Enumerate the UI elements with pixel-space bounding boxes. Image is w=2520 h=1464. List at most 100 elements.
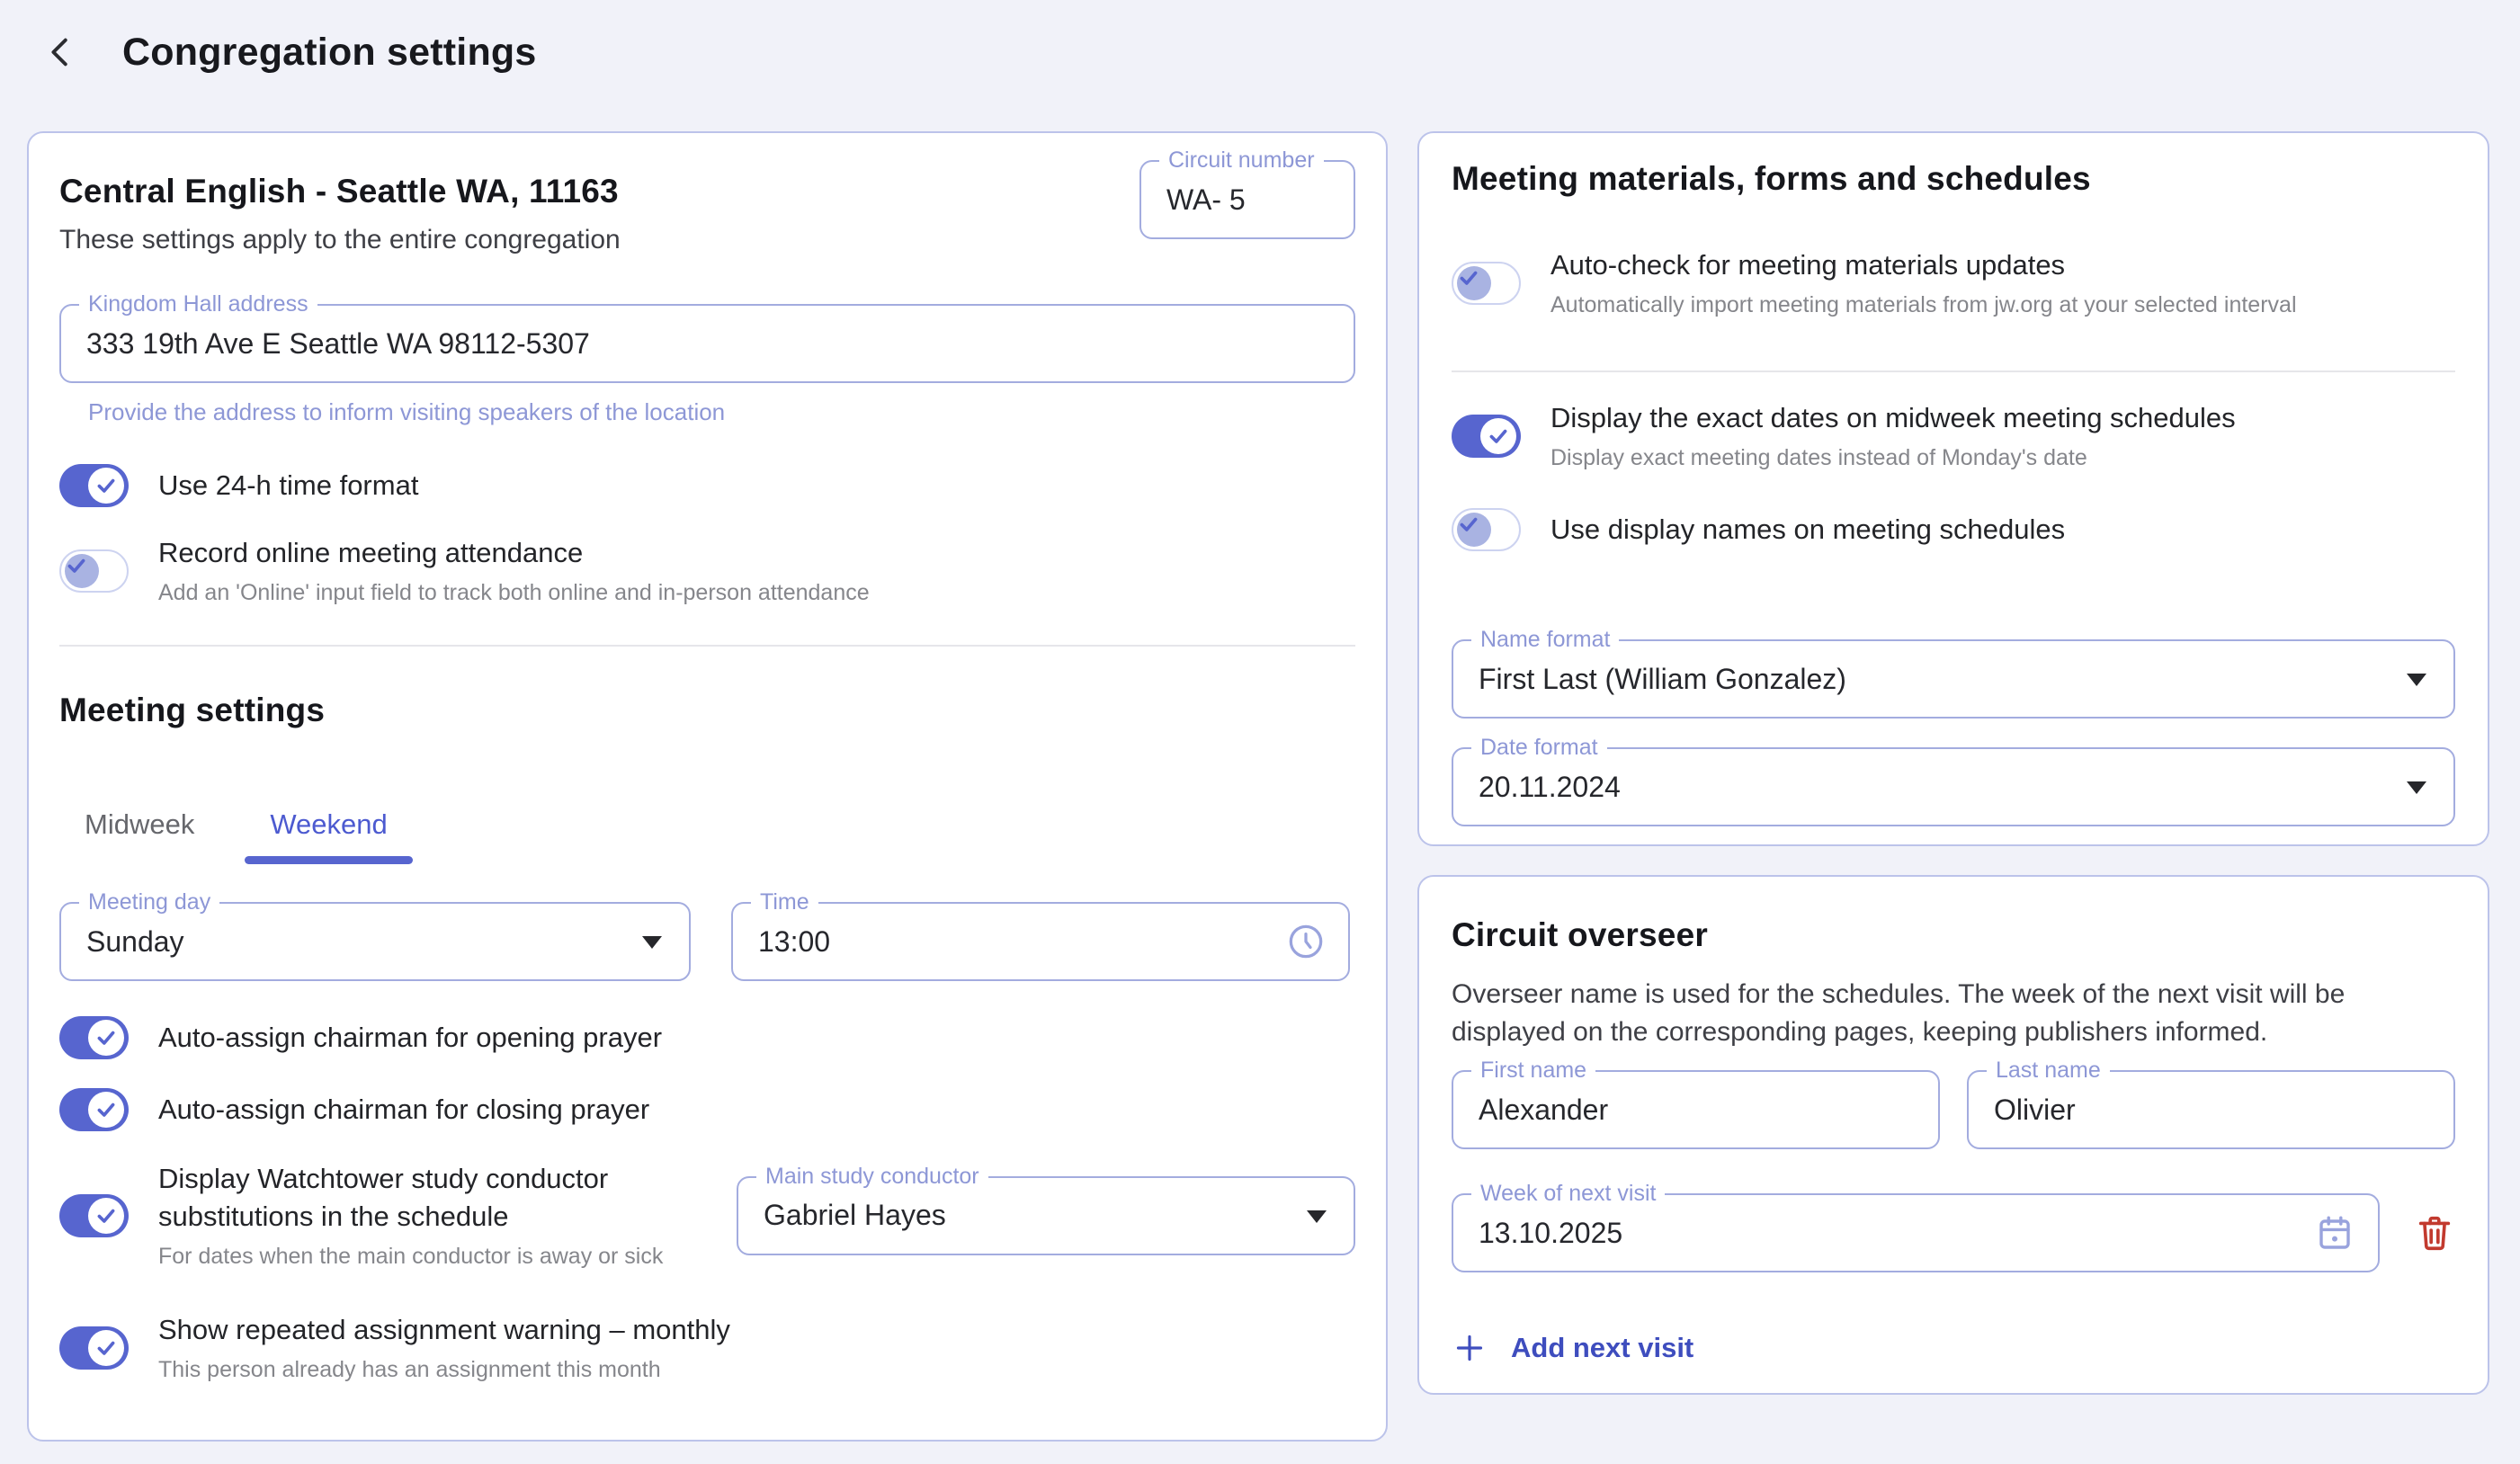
- check-icon: [94, 1204, 118, 1227]
- materials-heading: Meeting materials, forms and schedules: [1452, 160, 2455, 198]
- chevron-left-icon: [40, 31, 82, 73]
- main-study-conductor-select[interactable]: Main study conductor Gabriel Hayes: [737, 1176, 1355, 1255]
- toggle-helper: Automatically import meeting materials f…: [1550, 290, 2297, 319]
- toggle-text: Auto-check for meeting materials updates…: [1550, 246, 2297, 319]
- tab-midweek[interactable]: Midweek: [59, 808, 219, 864]
- first-name-value: Alexander: [1479, 1094, 1608, 1127]
- week-of-next-visit-field[interactable]: Week of next visit 13.10.2025: [1452, 1193, 2380, 1272]
- toggle-thumb: [1480, 418, 1516, 454]
- toggle-label: Display Watchtower study conductor subst…: [158, 1160, 696, 1236]
- check-icon: [1457, 266, 1491, 290]
- overseer-names-row: First name Alexander Last name Olivier: [1452, 1070, 2455, 1149]
- meeting-day-value: Sunday: [86, 925, 184, 959]
- toggle-label: Auto-check for meeting materials updates: [1550, 246, 2297, 284]
- add-next-visit-button[interactable]: Add next visit: [1452, 1330, 1693, 1366]
- meeting-day-label: Meeting day: [79, 888, 219, 915]
- use-24h-time-format-toggle[interactable]: [59, 464, 129, 507]
- kingdom-hall-address-helper: Provide the address to inform visiting s…: [88, 398, 1355, 426]
- last-name-field[interactable]: Last name Olivier: [1967, 1070, 2455, 1149]
- toggle-row-autocheck-materials: Auto-check for meeting materials updates…: [1452, 246, 2455, 319]
- name-format-select[interactable]: Name format First Last (William Gonzalez…: [1452, 639, 2455, 719]
- toggle-helper: Add an 'Online' input field to track bot…: [158, 578, 870, 607]
- week-of-next-visit-value: 13.10.2025: [1479, 1217, 1622, 1250]
- first-name-label: First name: [1471, 1057, 1595, 1084]
- kingdom-hall-address-field[interactable]: Kingdom Hall address 333 19th Ave E Seat…: [59, 304, 1355, 383]
- toggle-row-closing-prayer: Auto-assign chairman for closing prayer: [59, 1088, 1355, 1131]
- circuit-number-label: Circuit number: [1159, 147, 1324, 174]
- meeting-materials-card: Meeting materials, forms and schedules A…: [1417, 131, 2489, 846]
- circuit-number-field[interactable]: Circuit number WA- 5: [1139, 160, 1355, 239]
- toggle-label: Show repeated assignment warning – month…: [158, 1311, 730, 1349]
- content-columns: Central English - Seattle WA, 11163 Thes…: [0, 131, 2520, 1442]
- meeting-tabs: Midweek Weekend: [59, 808, 1355, 864]
- toggle-thumb: [88, 1020, 124, 1056]
- toggle-label: Auto-assign chairman for opening prayer: [158, 1019, 662, 1057]
- display-names-toggle[interactable]: [1452, 508, 1521, 551]
- toggle-text: Show repeated assignment warning – month…: [158, 1311, 730, 1384]
- exact-dates-toggle[interactable]: [1452, 415, 1521, 458]
- meeting-day-select[interactable]: Meeting day Sunday: [59, 902, 691, 981]
- toggle-text: Use display names on meeting schedules: [1550, 511, 2065, 549]
- circuit-overseer-description: Overseer name is used for the schedules.…: [1452, 976, 2455, 1051]
- calendar-icon[interactable]: [2313, 1211, 2356, 1254]
- watchtower-substitutions-toggle[interactable]: [59, 1194, 129, 1237]
- check-icon: [94, 1336, 118, 1360]
- watchtower-substitutions-row: Display Watchtower study conductor subst…: [59, 1160, 1355, 1271]
- toggle-thumb: [88, 1330, 124, 1366]
- toggle-label: Auto-assign chairman for closing prayer: [158, 1091, 649, 1129]
- toggle-label: Record online meeting attendance: [158, 534, 870, 572]
- toggle-text: Auto-assign chairman for closing prayer: [158, 1091, 649, 1129]
- toggle-text: Display Watchtower study conductor subst…: [158, 1160, 696, 1271]
- week-of-next-visit-row: Week of next visit 13.10.2025: [1452, 1193, 2455, 1272]
- toggle-thumb: [1457, 513, 1491, 547]
- toggle-row-opening-prayer: Auto-assign chairman for opening prayer: [59, 1016, 1355, 1059]
- clock-icon[interactable]: [1285, 921, 1327, 962]
- dropdown-caret-icon: [2407, 781, 2426, 794]
- auto-assign-opening-prayer-toggle[interactable]: [59, 1016, 129, 1059]
- main-study-conductor-label: Main study conductor: [756, 1163, 988, 1190]
- toggle-row-repeated-warning: Show repeated assignment warning – month…: [59, 1311, 1355, 1384]
- page-header: Congregation settings: [0, 0, 2520, 77]
- toggle-row-watchtower-substitutions: Display Watchtower study conductor subst…: [59, 1160, 696, 1271]
- record-online-attendance-toggle[interactable]: [59, 549, 129, 593]
- toggle-row-online-attendance: Record online meeting attendance Add an …: [59, 534, 1355, 607]
- check-icon: [1457, 513, 1491, 536]
- toggle-text: Auto-assign chairman for opening prayer: [158, 1019, 662, 1057]
- add-next-visit-label: Add next visit: [1511, 1332, 1693, 1364]
- meeting-settings-heading: Meeting settings: [59, 692, 1355, 729]
- toggle-row-display-names: Use display names on meeting schedules: [1452, 508, 2455, 551]
- trash-icon: [2414, 1212, 2455, 1254]
- plus-icon: [1452, 1330, 1488, 1366]
- page-title: Congregation settings: [122, 31, 537, 75]
- check-icon: [65, 554, 99, 577]
- first-name-field[interactable]: First name Alexander: [1452, 1070, 1940, 1149]
- date-format-select[interactable]: Date format 20.11.2024: [1452, 747, 2455, 826]
- main-study-conductor-value: Gabriel Hayes: [764, 1199, 946, 1232]
- toggle-label: Use 24-h time format: [158, 467, 418, 504]
- delete-visit-button[interactable]: [2414, 1212, 2455, 1254]
- congregation-subtitle: These settings apply to the entire congr…: [59, 225, 621, 255]
- auto-assign-closing-prayer-toggle[interactable]: [59, 1088, 129, 1131]
- repeated-assignment-warning-toggle[interactable]: [59, 1326, 129, 1370]
- circuit-overseer-card: Circuit overseer Overseer name is used f…: [1417, 875, 2489, 1395]
- time-field[interactable]: Time 13:00: [731, 902, 1350, 981]
- dropdown-caret-icon: [642, 936, 662, 949]
- toggle-text: Use 24-h time format: [158, 467, 418, 504]
- tab-weekend[interactable]: Weekend: [245, 808, 412, 864]
- back-button[interactable]: [38, 27, 85, 77]
- toggle-helper: For dates when the main conductor is awa…: [158, 1242, 696, 1271]
- name-format-value: First Last (William Gonzalez): [1479, 663, 1846, 696]
- congregation-head-row: Central English - Seattle WA, 11163 Thes…: [59, 160, 1355, 255]
- right-column: Meeting materials, forms and schedules A…: [1417, 131, 2489, 1395]
- time-label: Time: [751, 888, 818, 915]
- toggle-label: Use display names on meeting schedules: [1550, 511, 2065, 549]
- toggle-text: Display the exact dates on midweek meeti…: [1550, 399, 2236, 472]
- section-divider: [59, 645, 1355, 647]
- dropdown-caret-icon: [1307, 1210, 1327, 1223]
- check-icon: [1487, 424, 1510, 448]
- congregation-titles: Central English - Seattle WA, 11163 Thes…: [59, 160, 621, 255]
- time-value: 13:00: [758, 925, 830, 959]
- toggle-label: Display the exact dates on midweek meeti…: [1550, 399, 2236, 437]
- toggle-thumb: [88, 468, 124, 504]
- autocheck-materials-toggle[interactable]: [1452, 262, 1521, 305]
